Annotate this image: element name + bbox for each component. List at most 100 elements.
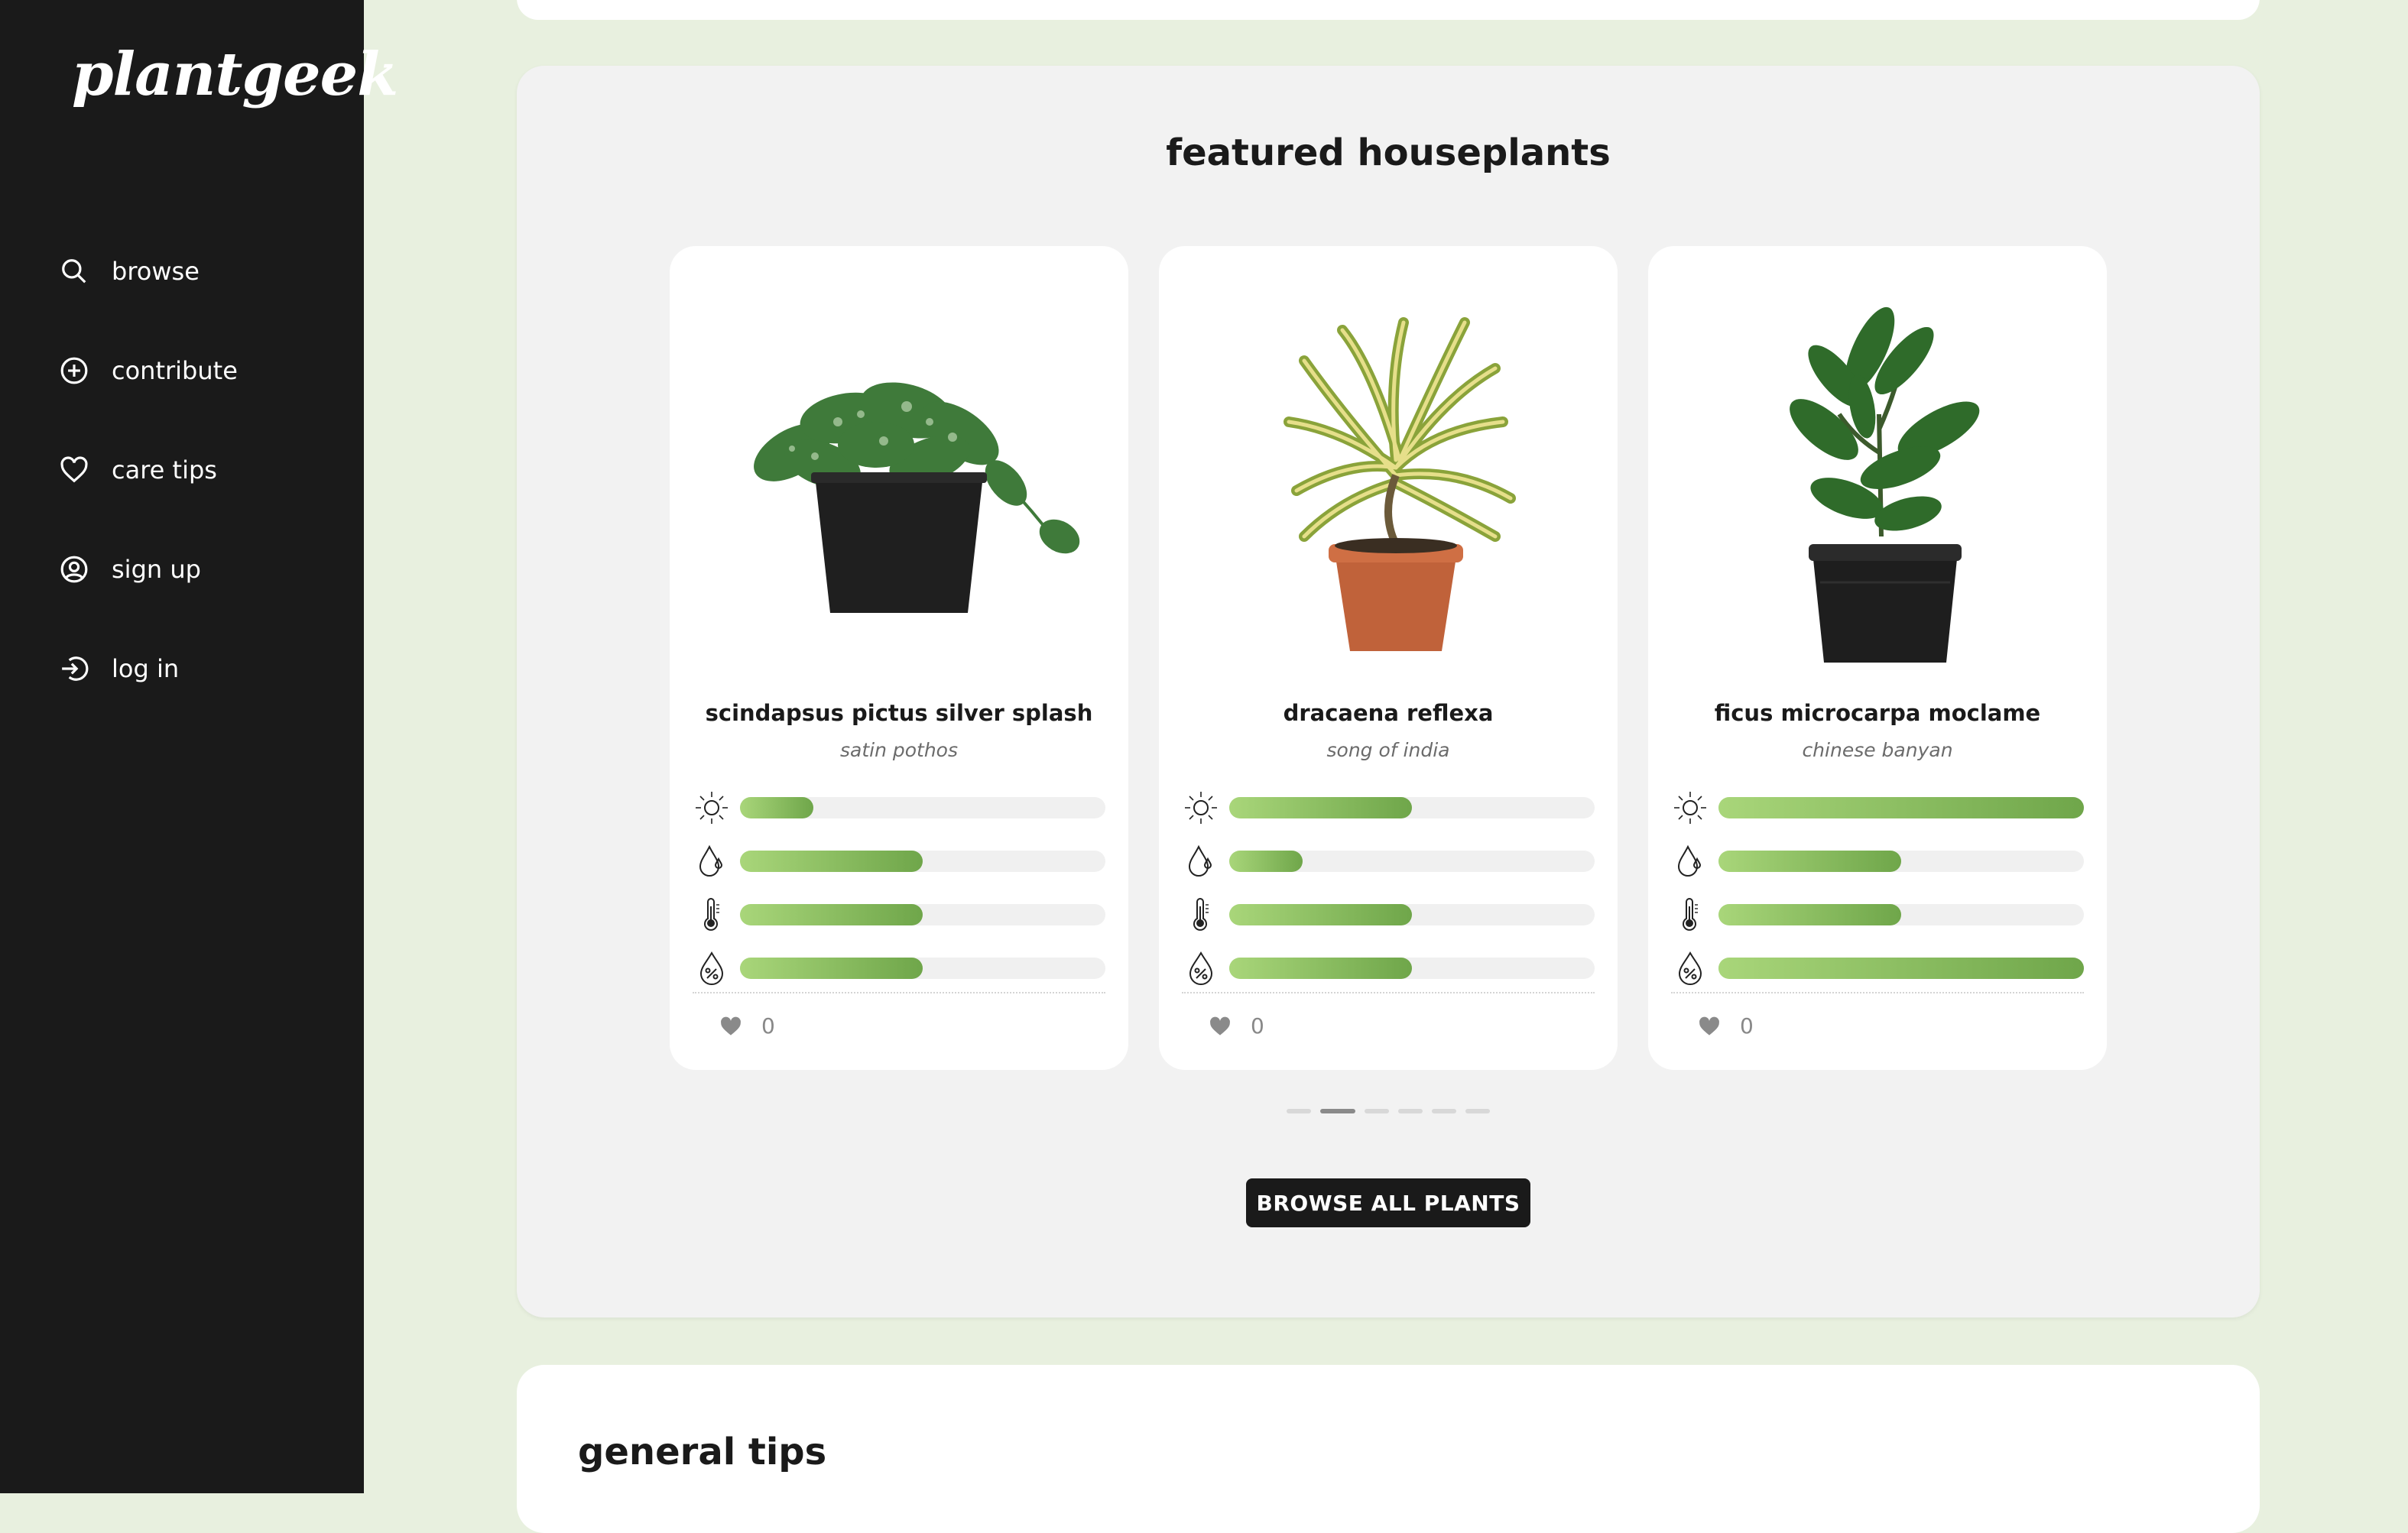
water-bar [1229, 851, 1595, 872]
nav-label: care tips [112, 455, 217, 485]
carousel-dot[interactable] [1465, 1109, 1490, 1113]
plant-card[interactable]: scindapsus pictus silver splash satin po… [670, 246, 1128, 1070]
light-bar [1229, 797, 1595, 818]
like-count: 0 [1251, 1013, 1264, 1039]
plant-common-name: chinese banyan [1802, 739, 1953, 761]
nav-label: contribute [112, 356, 238, 385]
heart-icon [60, 455, 89, 485]
plant-name: scindapsus pictus silver splash [705, 700, 1093, 726]
plant-requirements [693, 781, 1105, 995]
plant-requirements [1182, 781, 1595, 995]
section-title: general tips [578, 1431, 827, 1473]
carousel-dot[interactable] [1432, 1109, 1456, 1113]
bar-fill [740, 797, 813, 818]
plant-carousel: scindapsus pictus silver splash satin po… [670, 246, 2107, 1070]
sun-icon [1182, 789, 1220, 827]
bar-fill [740, 904, 923, 925]
water-drop-icon [1182, 842, 1220, 880]
carousel-dot[interactable] [1365, 1109, 1389, 1113]
sun-icon [1671, 789, 1709, 827]
water-bar [740, 851, 1105, 872]
card-divider [1671, 992, 2084, 993]
bar-fill [1718, 851, 1901, 872]
bar-fill [1718, 797, 2084, 818]
plant-name: ficus microcarpa moclame [1714, 700, 2041, 726]
bar-fill [1229, 958, 1412, 979]
previous-section-card [517, 0, 2260, 20]
plant-image [754, 382, 1080, 613]
like-count: 0 [761, 1013, 775, 1039]
nav-item-sign-up[interactable]: sign up [60, 520, 238, 619]
carousel-pagination [517, 1109, 2260, 1113]
stat-temperature [1182, 888, 1595, 942]
featured-houseplants-section: featured houseplants scindapsus pictus s… [517, 66, 2260, 1317]
light-bar [740, 797, 1105, 818]
stat-water [693, 835, 1105, 888]
humidity-icon [1671, 949, 1709, 987]
plantgeek-logo[interactable]: plantgeek [72, 40, 398, 109]
carousel-dot[interactable] [1320, 1109, 1355, 1113]
water-drop-icon [693, 842, 731, 880]
like-count: 0 [1740, 1013, 1754, 1039]
sidebar-nav: browse contribute care tips sign up log … [60, 222, 238, 718]
like-button[interactable]: 0 [1699, 1013, 1754, 1039]
bar-fill [1718, 904, 1901, 925]
nav-label: log in [112, 654, 180, 683]
section-title: featured houseplants [1166, 131, 1611, 174]
stat-water [1182, 835, 1595, 888]
plant-card[interactable]: ficus microcarpa moclame chinese banyan [1648, 246, 2107, 1070]
user-circle-icon [60, 555, 89, 584]
humidity-bar [1229, 958, 1595, 979]
plant-common-name: song of india [1326, 739, 1450, 761]
login-icon [60, 654, 89, 683]
water-bar [1718, 851, 2084, 872]
humidity-bar [740, 958, 1105, 979]
plant-common-name: satin pothos [839, 739, 959, 761]
card-divider [1182, 992, 1595, 993]
browse-all-plants-button[interactable]: BROWSE ALL PLANTS [1246, 1178, 1530, 1227]
like-button[interactable]: 0 [1209, 1013, 1264, 1039]
heart-icon [1699, 1016, 1719, 1036]
plus-circle-icon [60, 356, 89, 385]
nav-item-care-tips[interactable]: care tips [60, 420, 238, 520]
plant-image [1790, 306, 1980, 663]
stat-light [1182, 781, 1595, 835]
stat-light [1671, 781, 2084, 835]
stat-humidity [693, 942, 1105, 995]
bar-fill [1718, 958, 2084, 979]
temperature-bar [1718, 904, 2084, 925]
thermometer-icon [1182, 896, 1220, 934]
stat-light [693, 781, 1105, 835]
plant-requirements [1671, 781, 2084, 995]
sidebar: plantgeek browse contribute care tips si… [0, 0, 398, 1493]
nav-label: browse [112, 257, 200, 286]
carousel-dot[interactable] [1287, 1109, 1311, 1113]
temperature-bar [740, 904, 1105, 925]
water-drop-icon [1671, 842, 1709, 880]
stat-temperature [693, 888, 1105, 942]
search-icon [60, 257, 89, 286]
general-tips-section: general tips [517, 1365, 2260, 1533]
carousel-dot[interactable] [1398, 1109, 1423, 1113]
nav-item-contribute[interactable]: contribute [60, 321, 238, 420]
plant-card[interactable]: dracaena reflexa song of india 0 [1159, 246, 1618, 1070]
bar-fill [740, 958, 923, 979]
stat-humidity [1182, 942, 1595, 995]
stat-water [1671, 835, 2084, 888]
plant-name: dracaena reflexa [1283, 700, 1494, 726]
nav-item-browse[interactable]: browse [60, 222, 238, 321]
like-button[interactable]: 0 [720, 1013, 775, 1039]
humidity-bar [1718, 958, 2084, 979]
humidity-icon [1182, 949, 1220, 987]
thermometer-icon [693, 896, 731, 934]
bar-fill [1229, 904, 1412, 925]
bar-fill [1229, 851, 1303, 872]
card-divider [693, 992, 1105, 993]
heart-icon [721, 1016, 741, 1036]
nav-item-log-in[interactable]: log in [60, 619, 238, 718]
bar-fill [1229, 797, 1412, 818]
stat-humidity [1671, 942, 2084, 995]
light-bar [1718, 797, 2084, 818]
bar-fill [740, 851, 923, 872]
sun-icon [693, 789, 731, 827]
